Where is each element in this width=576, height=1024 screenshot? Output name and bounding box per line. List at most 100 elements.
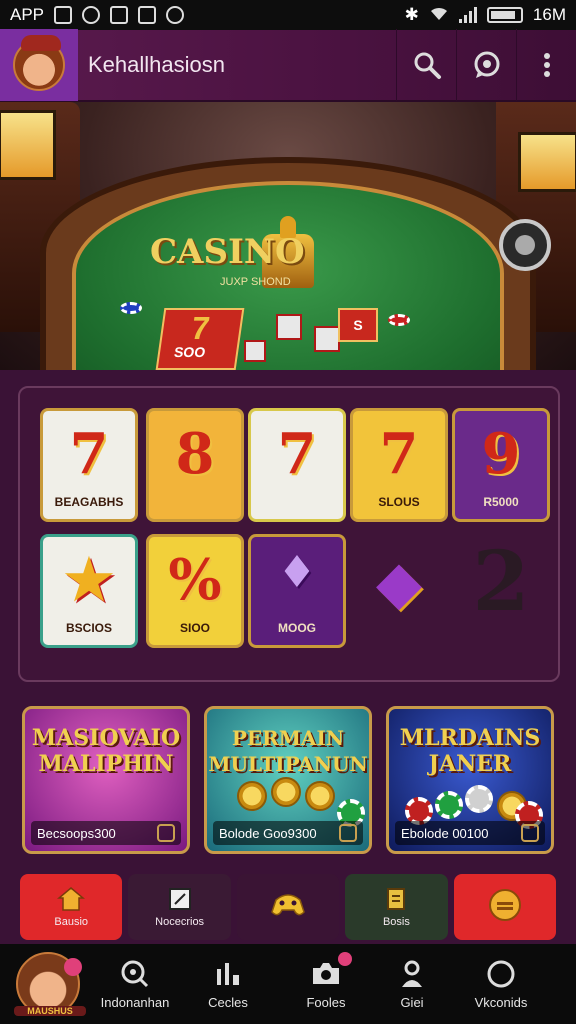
chat-icon: [474, 51, 499, 78]
game-symbol: 8: [175, 421, 215, 487]
game-symbol: %: [168, 547, 222, 613]
chip-icon: [388, 314, 410, 326]
circle-icon: [487, 960, 515, 987]
coin-icon: [237, 781, 267, 811]
more-options-button[interactable]: [516, 29, 576, 101]
profile-avatar[interactable]: [0, 29, 78, 101]
share-icon[interactable]: [157, 824, 175, 842]
promo-footer: Becsoops300: [37, 825, 116, 841]
hero-casino-subtitle: JUXP SHOND: [220, 276, 291, 288]
nav-label: Cecles: [208, 994, 248, 1010]
notepad-icon: [168, 888, 191, 910]
dice-icon: [314, 326, 340, 352]
game-symbol: 7: [69, 421, 109, 487]
mail-icon: [110, 6, 129, 24]
dice-icon: [276, 314, 302, 340]
promo-card[interactable]: PERMAIN MULTIPANUN Bolode Goo9300: [204, 706, 372, 854]
nav-item-search[interactable]: Indonanhan: [80, 944, 190, 1024]
card-number: 7: [189, 310, 212, 346]
game-tile[interactable]: 2: [452, 534, 550, 648]
search-icon: [414, 52, 441, 79]
chart-icon: [217, 962, 239, 985]
game-label: SLOUS: [378, 495, 420, 509]
app-screen: APP ✱ 16M Kehallhasiosn CASINO JUXP SHON…: [0, 0, 576, 1024]
hero-banner[interactable]: CASINO JUXP SHOND S: [0, 102, 576, 370]
game-tile[interactable]: ♦ MOOG: [248, 534, 346, 648]
game-label: R5000: [483, 495, 519, 509]
star-icon: ★: [63, 547, 115, 613]
nav-item-photos[interactable]: Fooles: [266, 944, 386, 1024]
status-bar: APP ✱ 16M: [0, 0, 576, 30]
promo-footer: Ebolode 00100: [401, 825, 489, 841]
game-tile[interactable]: 7 SLOUS: [350, 408, 448, 522]
camera-icon: [313, 963, 339, 984]
nav-label: Indonanhan: [100, 994, 170, 1010]
game-symbol: 7: [277, 421, 317, 487]
quick-actions-bar: Bausio Nocecrios Bosis: [20, 874, 557, 940]
quick-action-documents[interactable]: Bosis: [345, 874, 448, 940]
alert-icon: [82, 6, 101, 24]
nav-item-videos[interactable]: Vkconids: [438, 944, 564, 1024]
game-label: BEAGABHS: [54, 495, 124, 509]
game-label: MOOG: [278, 621, 316, 635]
signal-icon: [458, 7, 477, 23]
avatar-face: [13, 35, 65, 91]
app-status-label: APP: [10, 5, 45, 24]
chip-box: S: [338, 308, 378, 342]
gem-icon: ♦: [277, 547, 317, 598]
diamond-icon: ◆: [375, 548, 423, 618]
promo-title: PERMAIN MULTIPANUN: [208, 726, 368, 776]
game-tile[interactable]: % SIOO: [146, 534, 244, 648]
home-icon: [57, 887, 86, 911]
quick-action-home[interactable]: Bausio: [20, 874, 123, 940]
game-symbol: 9: [481, 421, 521, 487]
hero-card: 7 SOO: [155, 308, 245, 370]
quick-action-label: Nocecrios: [155, 916, 205, 928]
search-button[interactable]: [396, 29, 456, 101]
chat-button[interactable]: [456, 29, 516, 101]
dice-icon: [244, 340, 266, 362]
game-tile[interactable]: 9 R5000: [452, 408, 550, 522]
game-tile[interactable]: 7 BEAGABHS: [40, 408, 138, 522]
nav-avatar-label: MAUSHUS: [14, 1006, 86, 1016]
coin-icon: [271, 777, 301, 807]
quick-action-notes[interactable]: Nocecrios: [128, 874, 231, 940]
promo-card[interactable]: MASIOVAIO MALIPHIN Becsoops300: [22, 706, 190, 854]
messenger-icon: [166, 6, 185, 24]
promo-card[interactable]: MLRDAINS JANER Ebolode 00100: [386, 706, 554, 854]
chip-icon: [465, 785, 493, 813]
search-icon: [121, 960, 149, 987]
game-tile[interactable]: 8: [146, 408, 244, 522]
bottom-navigation: MAUSHUS Indonanhan Cecles Fooles Giei Vk…: [0, 944, 576, 1024]
game-tile[interactable]: ◆: [350, 534, 448, 648]
card-amount: SOO: [173, 344, 207, 360]
game-tile[interactable]: ★ BSCIOS: [40, 534, 138, 648]
battery-icon: [486, 7, 523, 23]
games-grid: 7 BEAGABHS 8 7 7 SLOUS 9 R5000 ★ BSCIOS …: [18, 386, 560, 682]
document-icon: [387, 888, 406, 910]
nav-item-profile[interactable]: Giei: [386, 944, 438, 1024]
promo-title: MASIOVAIO MALIPHIN: [31, 725, 181, 777]
game-symbol: 2: [472, 534, 530, 630]
game-label: SIOO: [179, 621, 210, 635]
game-label: BSCIOS: [65, 621, 112, 635]
hero-casino-title: CASINO: [150, 232, 305, 272]
quick-action-label: Bosis: [382, 916, 410, 928]
app-header: Kehallhasiosn: [0, 29, 576, 102]
user-icon: [402, 960, 422, 987]
share-icon[interactable]: [521, 824, 539, 842]
nav-label: Fooles: [306, 995, 346, 1010]
quick-action-games[interactable]: [236, 874, 340, 940]
nav-item-charts[interactable]: Cecles: [190, 944, 266, 1024]
page-title: Kehallhasiosn: [88, 52, 225, 77]
promo-footer: Bolode Goo9300: [219, 825, 317, 841]
wifi-icon: [429, 5, 449, 26]
nav-profile-avatar[interactable]: MAUSHUS: [14, 952, 86, 1016]
quick-action-coins[interactable]: [453, 874, 557, 940]
coin-icon: [305, 781, 335, 811]
notification-badge: [64, 958, 82, 976]
promo-title: MLRDAINS JANER: [399, 725, 541, 777]
controller-icon: [271, 894, 305, 916]
share-icon[interactable]: [339, 824, 357, 842]
game-tile[interactable]: 7: [248, 408, 346, 522]
